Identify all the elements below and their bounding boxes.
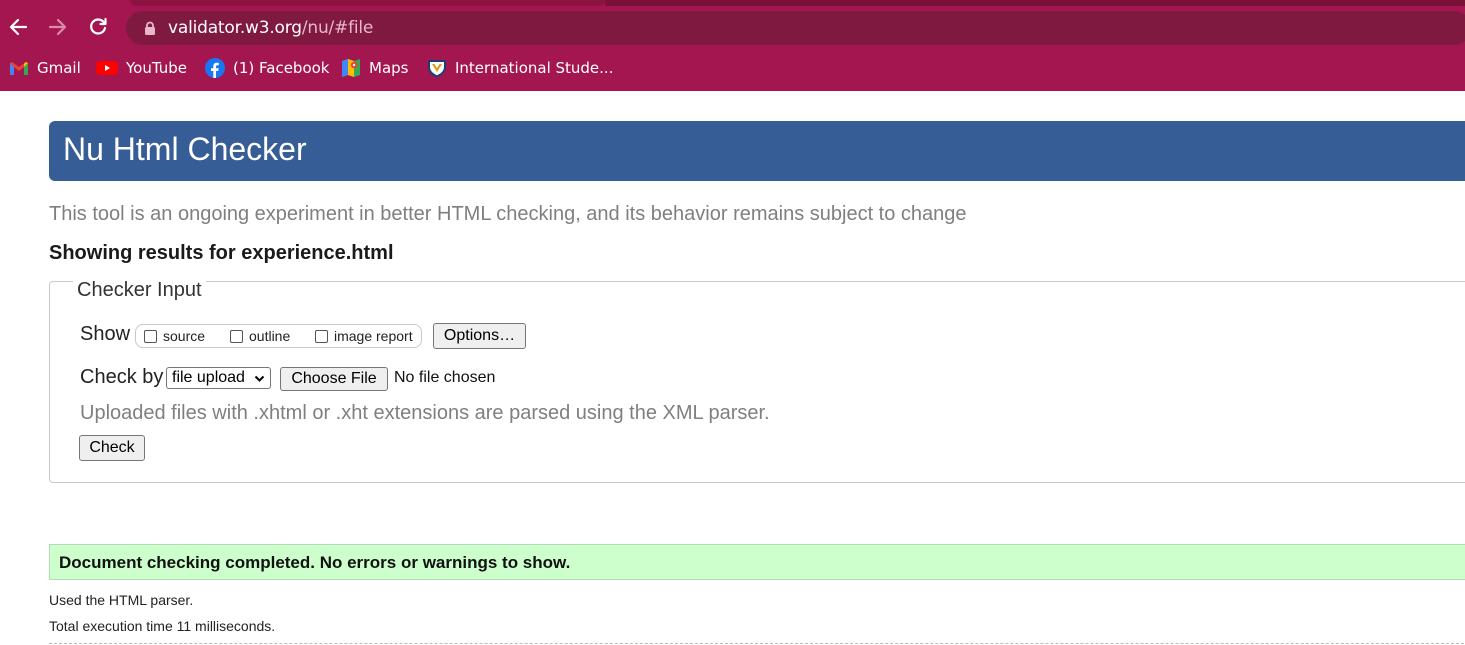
bookmark-youtube[interactable]: YouTube	[96, 56, 187, 80]
options-button[interactable]: Options…	[433, 323, 526, 349]
choose-file-button[interactable]: Choose File	[280, 367, 388, 391]
results-heading: Showing results for experience.html	[49, 242, 394, 264]
shield-crest-icon	[428, 60, 446, 78]
tagline: This tool is an ongoing experiment in be…	[49, 203, 967, 225]
bookmark-label: (1) Facebook	[233, 59, 330, 77]
image-report-checkbox[interactable]	[315, 329, 328, 343]
gmail-icon	[10, 61, 28, 75]
maps-icon	[342, 59, 360, 77]
page-title: Nu Html Checker	[63, 131, 307, 167]
url-text[interactable]: validator.w3.org/nu/#file	[168, 18, 373, 38]
check-by-select[interactable]: file upload	[166, 367, 271, 389]
checker-input-legend: Checker Input	[73, 279, 206, 302]
address-bar[interactable]: validator.w3.org/nu/#file	[126, 11, 1465, 45]
url-host: validator.w3.org	[168, 18, 302, 38]
back-arrow-icon	[9, 18, 28, 36]
bookmark-label: YouTube	[126, 59, 187, 77]
outline-checkbox-label: outline	[249, 328, 291, 344]
url-path: /nu/#file	[301, 18, 374, 38]
tab-strip	[605, 0, 1465, 6]
reload-button[interactable]	[85, 14, 111, 40]
check-by-label: Check by	[80, 366, 164, 388]
check-button[interactable]: Check	[79, 435, 145, 461]
outline-checkbox[interactable]	[230, 329, 243, 343]
show-image-report-option[interactable]: image report	[315, 328, 413, 344]
reload-icon	[90, 17, 107, 35]
source-checkbox[interactable]	[144, 329, 157, 343]
execution-time: Total execution time 11 milliseconds.	[49, 618, 276, 634]
xml-parser-note: Uploaded files with .xhtml or .xht exten…	[80, 402, 770, 424]
check-by-selected-value: file upload	[172, 369, 245, 386]
divider	[49, 643, 1465, 644]
file-status: No file chosen	[394, 369, 496, 386]
show-options-group: source outline image report	[135, 324, 422, 348]
success-message-text: Document checking completed. No errors o…	[59, 553, 571, 572]
bookmark-label: Maps	[369, 59, 409, 77]
browser-chrome: validator.w3.org/nu/#file Gmail YouTube …	[0, 0, 1465, 91]
facebook-icon	[205, 58, 225, 78]
bookmark-label: International Stude...	[455, 59, 614, 77]
lock-icon[interactable]	[144, 21, 156, 35]
back-button[interactable]	[5, 14, 31, 40]
show-outline-option[interactable]: outline	[230, 328, 290, 344]
forward-button[interactable]	[45, 14, 71, 40]
bookmark-label: Gmail	[37, 59, 81, 77]
parser-info: Used the HTML parser.	[49, 592, 194, 608]
source-checkbox-label: source	[163, 328, 206, 344]
bookmark-international-students[interactable]: International Stude...	[427, 56, 613, 80]
success-message: Document checking completed. No errors o…	[49, 544, 1465, 580]
title-banner: Nu Html Checker	[49, 121, 1465, 181]
page-content: Nu Html Checker This tool is an ongoing …	[0, 91, 1465, 645]
bookmark-maps[interactable]: Maps	[341, 56, 408, 80]
show-label: Show	[80, 323, 131, 345]
show-source-option[interactable]: source	[144, 328, 205, 344]
image-report-checkbox-label: image report	[334, 328, 413, 344]
chevron-down-icon	[254, 375, 265, 382]
active-tab-edge[interactable]	[130, 0, 605, 6]
bookmarks-bar: Gmail YouTube (1) Facebook Maps Internat…	[0, 54, 1465, 82]
bookmark-gmail[interactable]: Gmail	[9, 56, 81, 80]
bookmark-facebook[interactable]: (1) Facebook	[205, 56, 330, 80]
youtube-icon	[96, 61, 118, 75]
forward-arrow-icon	[48, 18, 67, 36]
